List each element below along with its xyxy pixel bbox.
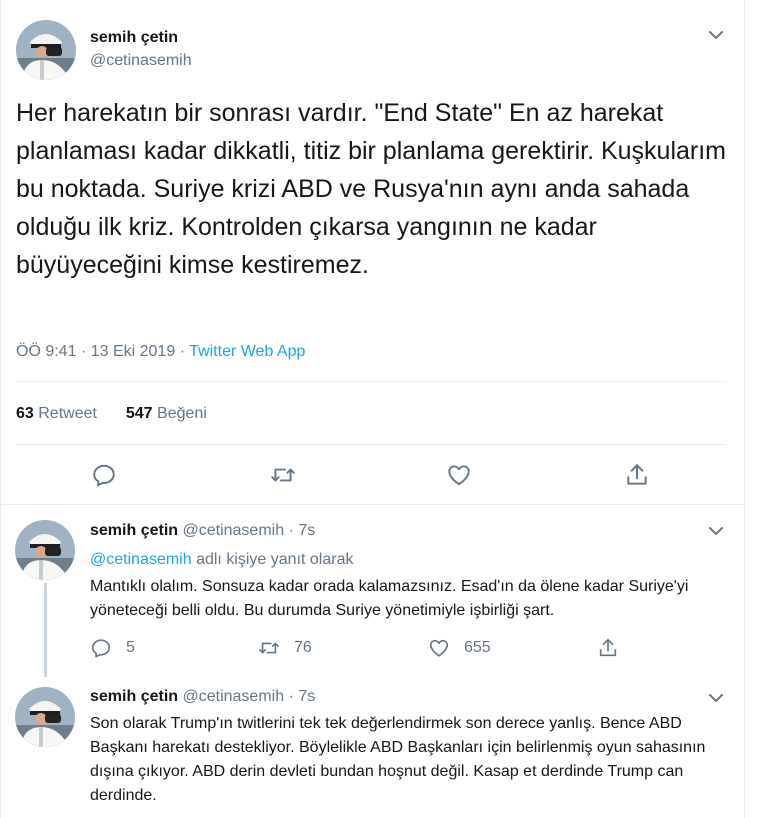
avatar[interactable] [15,520,75,580]
tweet-meta: ÖÖ 9:41 · 13 Eki 2019 · Twitter Web App [16,343,305,361]
divider [0,504,745,505]
like-label: Beğeni [157,405,207,422]
share-icon [599,638,617,657]
share-icon[interactable] [624,462,650,488]
share-action[interactable] [597,637,633,659]
tweet-source-link[interactable]: Twitter Web App [189,343,305,360]
like-stat[interactable]: 547 Beğeni [126,405,207,422]
tweet-date[interactable]: 13 Eki 2019 [91,343,176,360]
header-separator: · [288,688,294,705]
retweet-label: Retweet [38,405,97,422]
replying-to: @cetinasemih adlı kişiye yanıt olarak [90,551,353,569]
reply-icon [91,639,111,658]
column-border-right [744,0,745,818]
meta-separator: · [179,343,186,360]
retweet-icon[interactable] [270,462,296,488]
author-name[interactable]: semih çetin [90,688,178,705]
retweet-count: 63 [16,405,34,422]
chevron-down-icon[interactable] [706,688,726,708]
avatar[interactable] [16,20,76,80]
thread-connector [44,583,47,677]
divider [16,444,726,445]
replying-to-link[interactable]: @cetinasemih [90,551,192,568]
tweet-age[interactable]: 7s [298,688,315,705]
retweet-icon [259,642,279,654]
author-handle[interactable]: @cetinasemih [182,688,284,705]
column-border-left [0,0,1,818]
reply-text: Mantıklı olalım. Sonsuza kadar orada kal… [90,578,689,619]
chevron-down-icon[interactable] [706,521,726,541]
author-name[interactable]: semih çetin [90,29,178,47]
tweet-text: Her harekatın bir sonrası vardır. "End S… [16,99,726,279]
replying-to-suffix: adlı kişiye yanıt olarak [196,551,354,568]
avatar-image [15,520,75,580]
reply-action[interactable]: 5 [90,637,135,659]
like-action[interactable]: 655 [428,637,491,659]
chevron-down-icon[interactable] [706,25,726,45]
reply-count: 5 [126,639,135,656]
tweet-time[interactable]: ÖÖ 9:41 [16,343,76,360]
like-count: 547 [125,405,153,422]
retweet-action[interactable]: 76 [258,637,312,659]
author-handle[interactable]: @cetinasemih [90,52,192,70]
author-handle[interactable]: @cetinasemih [182,522,284,539]
avatar-image [16,20,76,80]
meta-separator: · [80,343,87,360]
divider [16,381,726,382]
retweet-stat[interactable]: 63 Retweet [16,405,97,422]
tweet-stats: 63 Retweet 547 Beğeni [16,405,207,423]
header-separator: · [288,522,294,539]
reply-text: Son olarak Trump'ın twitlerini tek tek d… [90,715,706,804]
like-icon[interactable] [446,462,472,488]
avatar-image [15,687,75,747]
like-count: 655 [464,639,491,656]
avatar[interactable] [15,687,75,747]
reply-icon[interactable] [91,462,117,488]
like-icon [429,639,449,657]
author-name[interactable]: semih çetin [90,522,178,539]
tweet-age[interactable]: 7s [298,522,315,539]
retweet-count: 76 [294,639,312,656]
reply-header: semih çetin @cetinasemih · 7s [90,522,315,540]
reply-header: semih çetin @cetinasemih · 7s [90,688,315,706]
